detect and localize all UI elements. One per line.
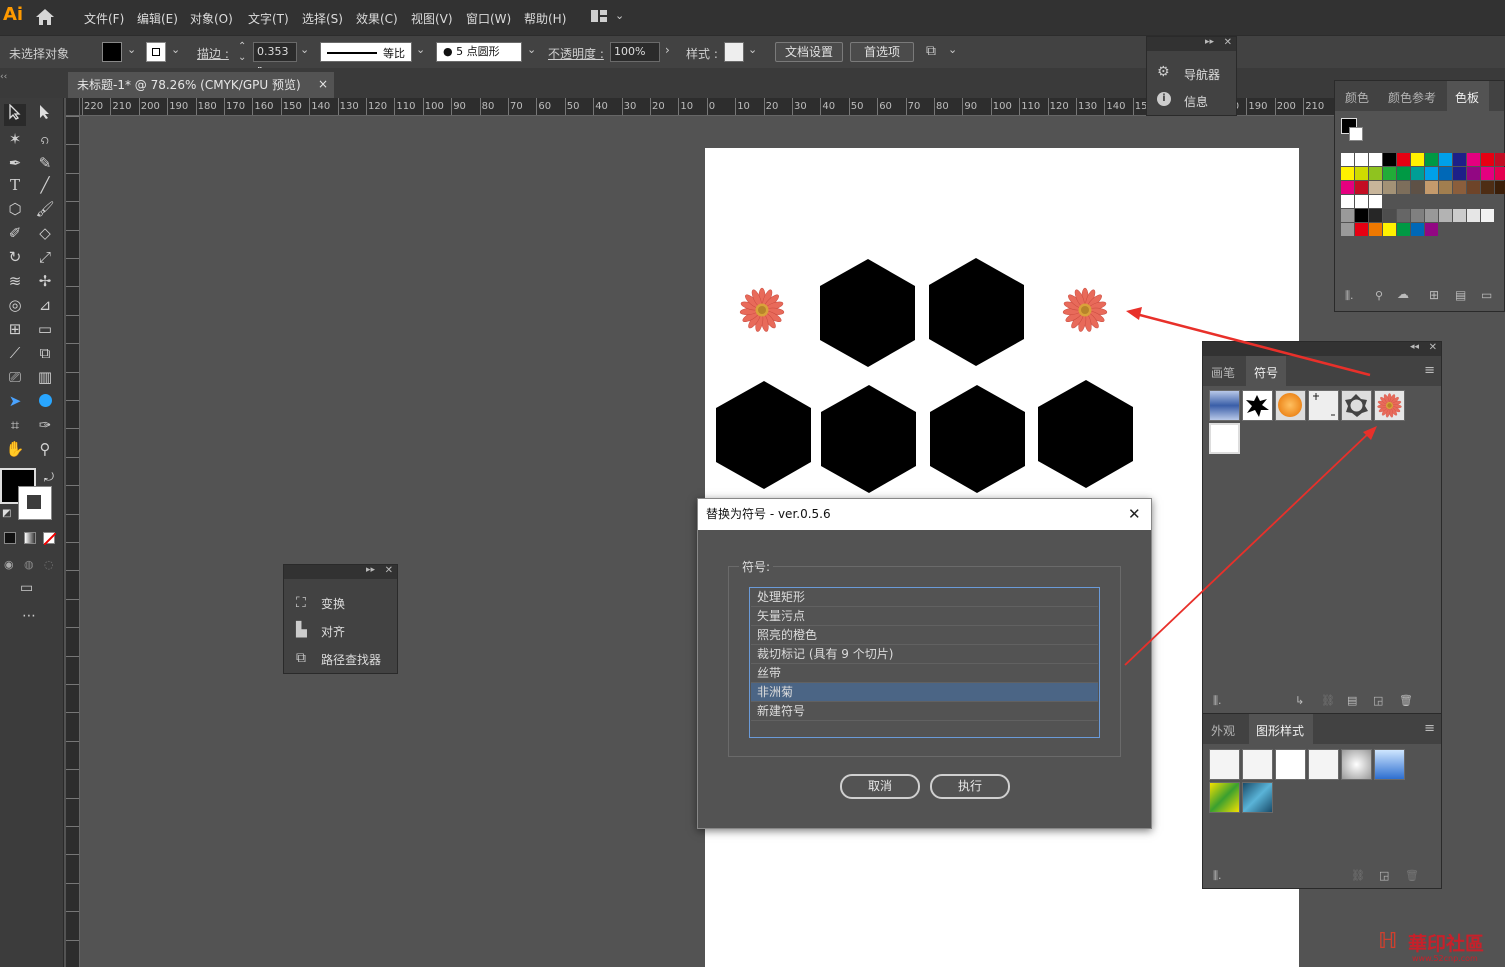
annotation-arrows <box>1124 307 1377 666</box>
watermark-text: 華印社區 <box>1408 933 1485 955</box>
annotation-arrow <box>1135 312 1371 377</box>
watermark-url: www.52cnp.com <box>1412 954 1478 963</box>
watermark: ℍ 華印社區 www.52cnp.com <box>1378 929 1502 965</box>
annotation-arrow <box>1124 431 1371 666</box>
arrow-head <box>1126 307 1142 320</box>
watermark-logo-icon: ℍ <box>1378 929 1398 954</box>
